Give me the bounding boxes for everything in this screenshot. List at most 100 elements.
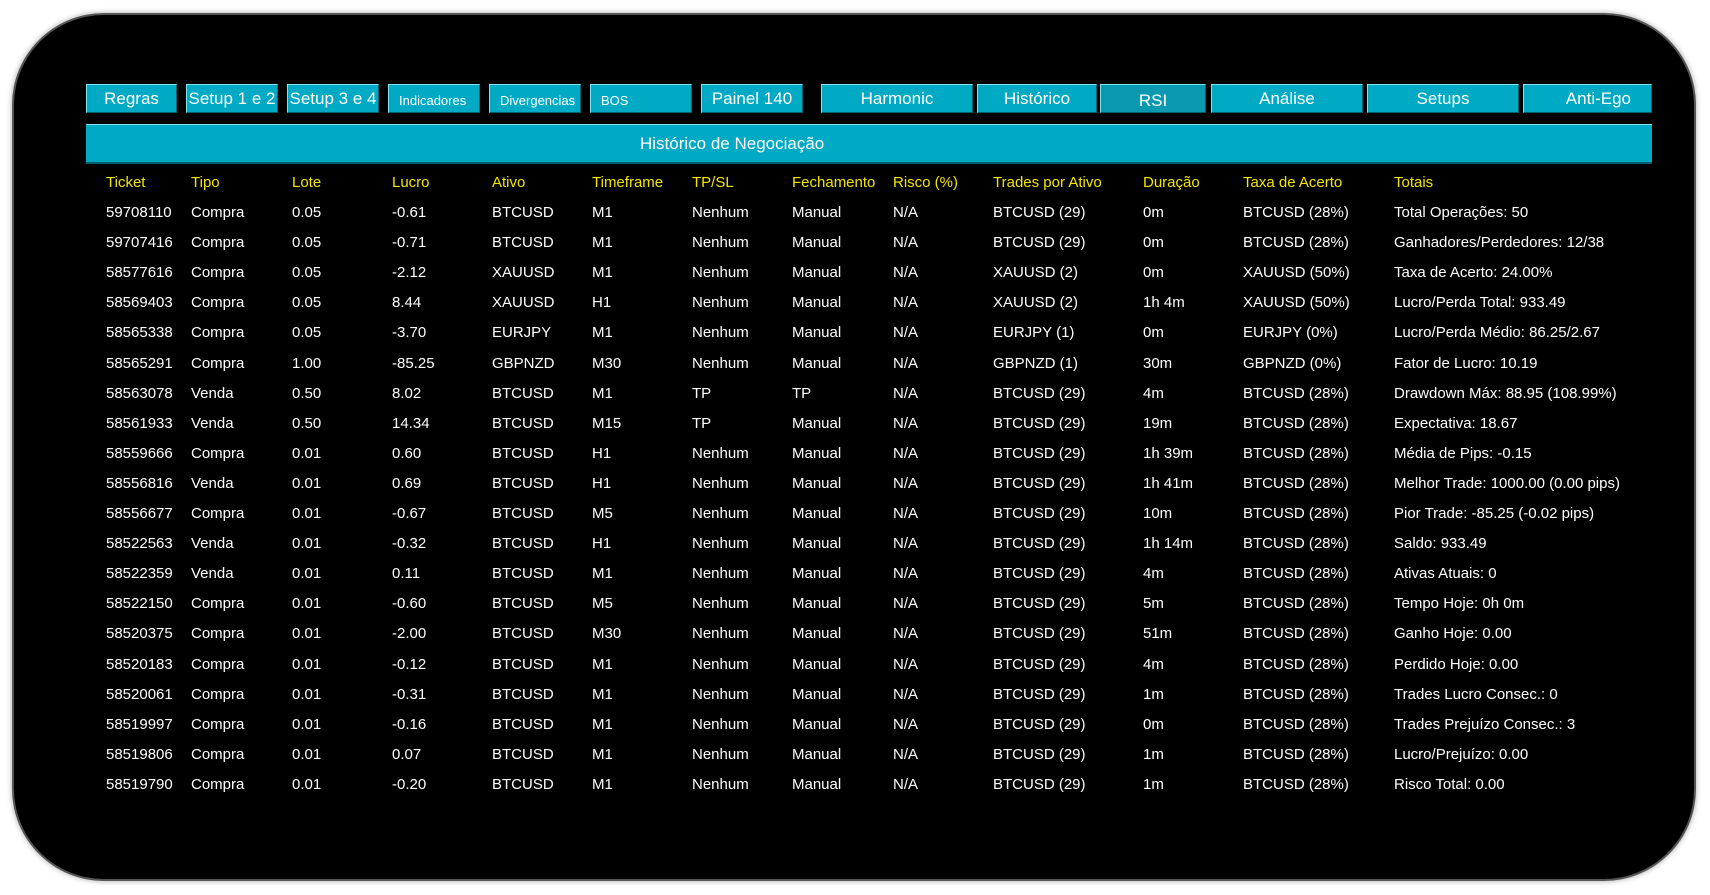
table-cell: Nenhum bbox=[692, 505, 749, 522]
table-cell: M1 bbox=[592, 234, 613, 251]
table-cell: 1h 14m bbox=[1143, 535, 1194, 552]
tab-setup-3-e-4[interactable]: Setup 3 e 4 bbox=[287, 84, 379, 113]
table-cell: Nenhum bbox=[692, 565, 749, 582]
table-cell: 0.05 bbox=[292, 234, 322, 251]
table-cell: Manual bbox=[792, 324, 842, 341]
table-cell: -0.20 bbox=[392, 776, 427, 793]
table-cell: 0.50 bbox=[292, 385, 322, 402]
totals-cell: Trades Lucro Consec.: 0 bbox=[1394, 686, 1558, 703]
table-cell: BTCUSD (29) bbox=[993, 716, 1086, 733]
tab-harmonic[interactable]: Harmonic bbox=[821, 84, 973, 113]
column-header: Lote bbox=[292, 174, 322, 191]
column-header: TP/SL bbox=[692, 174, 734, 191]
table-cell: 58565338 bbox=[106, 324, 173, 341]
table-cell: -3.70 bbox=[392, 324, 427, 341]
tab-setups[interactable]: Setups bbox=[1367, 84, 1519, 113]
table-cell: BTCUSD bbox=[492, 656, 554, 673]
table-cell: BTCUSD (28%) bbox=[1243, 385, 1349, 402]
table-cell: M1 bbox=[592, 324, 613, 341]
tab-regras[interactable]: Regras bbox=[86, 84, 177, 113]
table-cell: Nenhum bbox=[692, 686, 749, 703]
table-cell: 4m bbox=[1143, 565, 1164, 582]
table-cell: Compra bbox=[191, 324, 245, 341]
table-cell: 0.01 bbox=[292, 625, 322, 642]
table-cell: Manual bbox=[792, 595, 842, 612]
totals-cell: Tempo Hoje: 0h 0m bbox=[1394, 595, 1525, 612]
table-cell: GBPNZD (0%) bbox=[1243, 355, 1342, 372]
tab-analise[interactable]: Análise bbox=[1211, 84, 1363, 113]
table-cell: Nenhum bbox=[692, 776, 749, 793]
tab-historico[interactable]: Histórico bbox=[977, 84, 1097, 113]
tab-indicadores[interactable]: Indicadores bbox=[388, 84, 480, 113]
tab-painel-140[interactable]: Painel 140 bbox=[701, 84, 803, 113]
table-cell: Nenhum bbox=[692, 324, 749, 341]
table-cell: BTCUSD (29) bbox=[993, 475, 1086, 492]
table-cell: 58563078 bbox=[106, 385, 173, 402]
table-cell: 59707416 bbox=[106, 234, 173, 251]
table-cell: 58556677 bbox=[106, 505, 173, 522]
table-cell: BTCUSD bbox=[492, 204, 554, 221]
table-cell: -0.31 bbox=[392, 686, 427, 703]
table-cell: BTCUSD (29) bbox=[993, 686, 1086, 703]
table-cell: 5m bbox=[1143, 595, 1164, 612]
table-cell: 0.05 bbox=[292, 264, 322, 281]
table-cell: 4m bbox=[1143, 656, 1164, 673]
tab-divergencias[interactable]: Divergencias bbox=[489, 84, 581, 113]
table-cell: BTCUSD (28%) bbox=[1243, 234, 1349, 251]
table-cell: N/A bbox=[893, 264, 919, 281]
totals-cell: Melhor Trade: 1000.00 (0.00 pips) bbox=[1394, 475, 1620, 492]
table-cell: 0m bbox=[1143, 716, 1164, 733]
table-cell: Manual bbox=[792, 746, 842, 763]
table-cell: 58522359 bbox=[106, 565, 173, 582]
table-cell: 1m bbox=[1143, 686, 1164, 703]
table-cell: BTCUSD (29) bbox=[993, 415, 1086, 432]
table-cell: Venda bbox=[191, 385, 234, 402]
table-cell: 0.01 bbox=[292, 475, 322, 492]
table-cell: -85.25 bbox=[392, 355, 435, 372]
table-cell: Manual bbox=[792, 234, 842, 251]
table-cell: BTCUSD (28%) bbox=[1243, 505, 1349, 522]
table-cell: BTCUSD (28%) bbox=[1243, 656, 1349, 673]
table-cell: M30 bbox=[592, 355, 622, 372]
table-cell: 0m bbox=[1143, 324, 1164, 341]
table-cell: TP bbox=[692, 415, 712, 432]
table-cell: 58561933 bbox=[106, 415, 173, 432]
table-cell: BTCUSD (29) bbox=[993, 746, 1086, 763]
table-cell: Manual bbox=[792, 535, 842, 552]
table-cell: BTCUSD bbox=[492, 746, 554, 763]
totals-cell: Perdido Hoje: 0.00 bbox=[1394, 656, 1519, 673]
table-cell: -0.71 bbox=[392, 234, 427, 251]
table-cell: GBPNZD (1) bbox=[993, 355, 1079, 372]
tab-rsi[interactable]: RSI bbox=[1100, 84, 1206, 113]
table-cell: BTCUSD bbox=[492, 776, 554, 793]
table-cell: N/A bbox=[893, 535, 919, 552]
table-cell: M1 bbox=[592, 264, 613, 281]
table-cell: H1 bbox=[592, 535, 612, 552]
table-cell: 0.01 bbox=[292, 656, 322, 673]
totals-cell: Lucro/Prejuízo: 0.00 bbox=[1394, 746, 1529, 763]
totals-cell: Lucro/Perda Total: 933.49 bbox=[1394, 294, 1566, 311]
totals-cell: Pior Trade: -85.25 (-0.02 pips) bbox=[1394, 505, 1595, 522]
table-cell: -0.61 bbox=[392, 204, 427, 221]
tab-setup-1-e-2[interactable]: Setup 1 e 2 bbox=[186, 84, 278, 113]
table-cell: N/A bbox=[893, 234, 919, 251]
table-cell: BTCUSD (28%) bbox=[1243, 746, 1349, 763]
table-cell: H1 bbox=[592, 445, 612, 462]
table-cell: Nenhum bbox=[692, 716, 749, 733]
table-cell: BTCUSD (28%) bbox=[1243, 415, 1349, 432]
tab-bos[interactable]: BOS bbox=[590, 84, 692, 113]
table-cell: BTCUSD (28%) bbox=[1243, 776, 1349, 793]
table-cell: 58520183 bbox=[106, 656, 173, 673]
table-cell: 8.02 bbox=[392, 385, 422, 402]
tab-anti-ego[interactable]: Anti-Ego bbox=[1523, 84, 1652, 113]
column-header: Taxa de Acerto bbox=[1243, 174, 1343, 191]
table-cell: BTCUSD bbox=[492, 234, 554, 251]
table-cell: H1 bbox=[592, 475, 612, 492]
table-cell: M5 bbox=[592, 595, 613, 612]
column-header: Ativo bbox=[492, 174, 526, 191]
tab-bar: Regras Setup 1 e 2 Setup 3 e 4 Indicador… bbox=[86, 84, 1652, 114]
table-cell: BTCUSD (28%) bbox=[1243, 686, 1349, 703]
table-cell: 0.01 bbox=[292, 565, 322, 582]
table-cell: N/A bbox=[893, 355, 919, 372]
table-cell: 58519806 bbox=[106, 746, 173, 763]
